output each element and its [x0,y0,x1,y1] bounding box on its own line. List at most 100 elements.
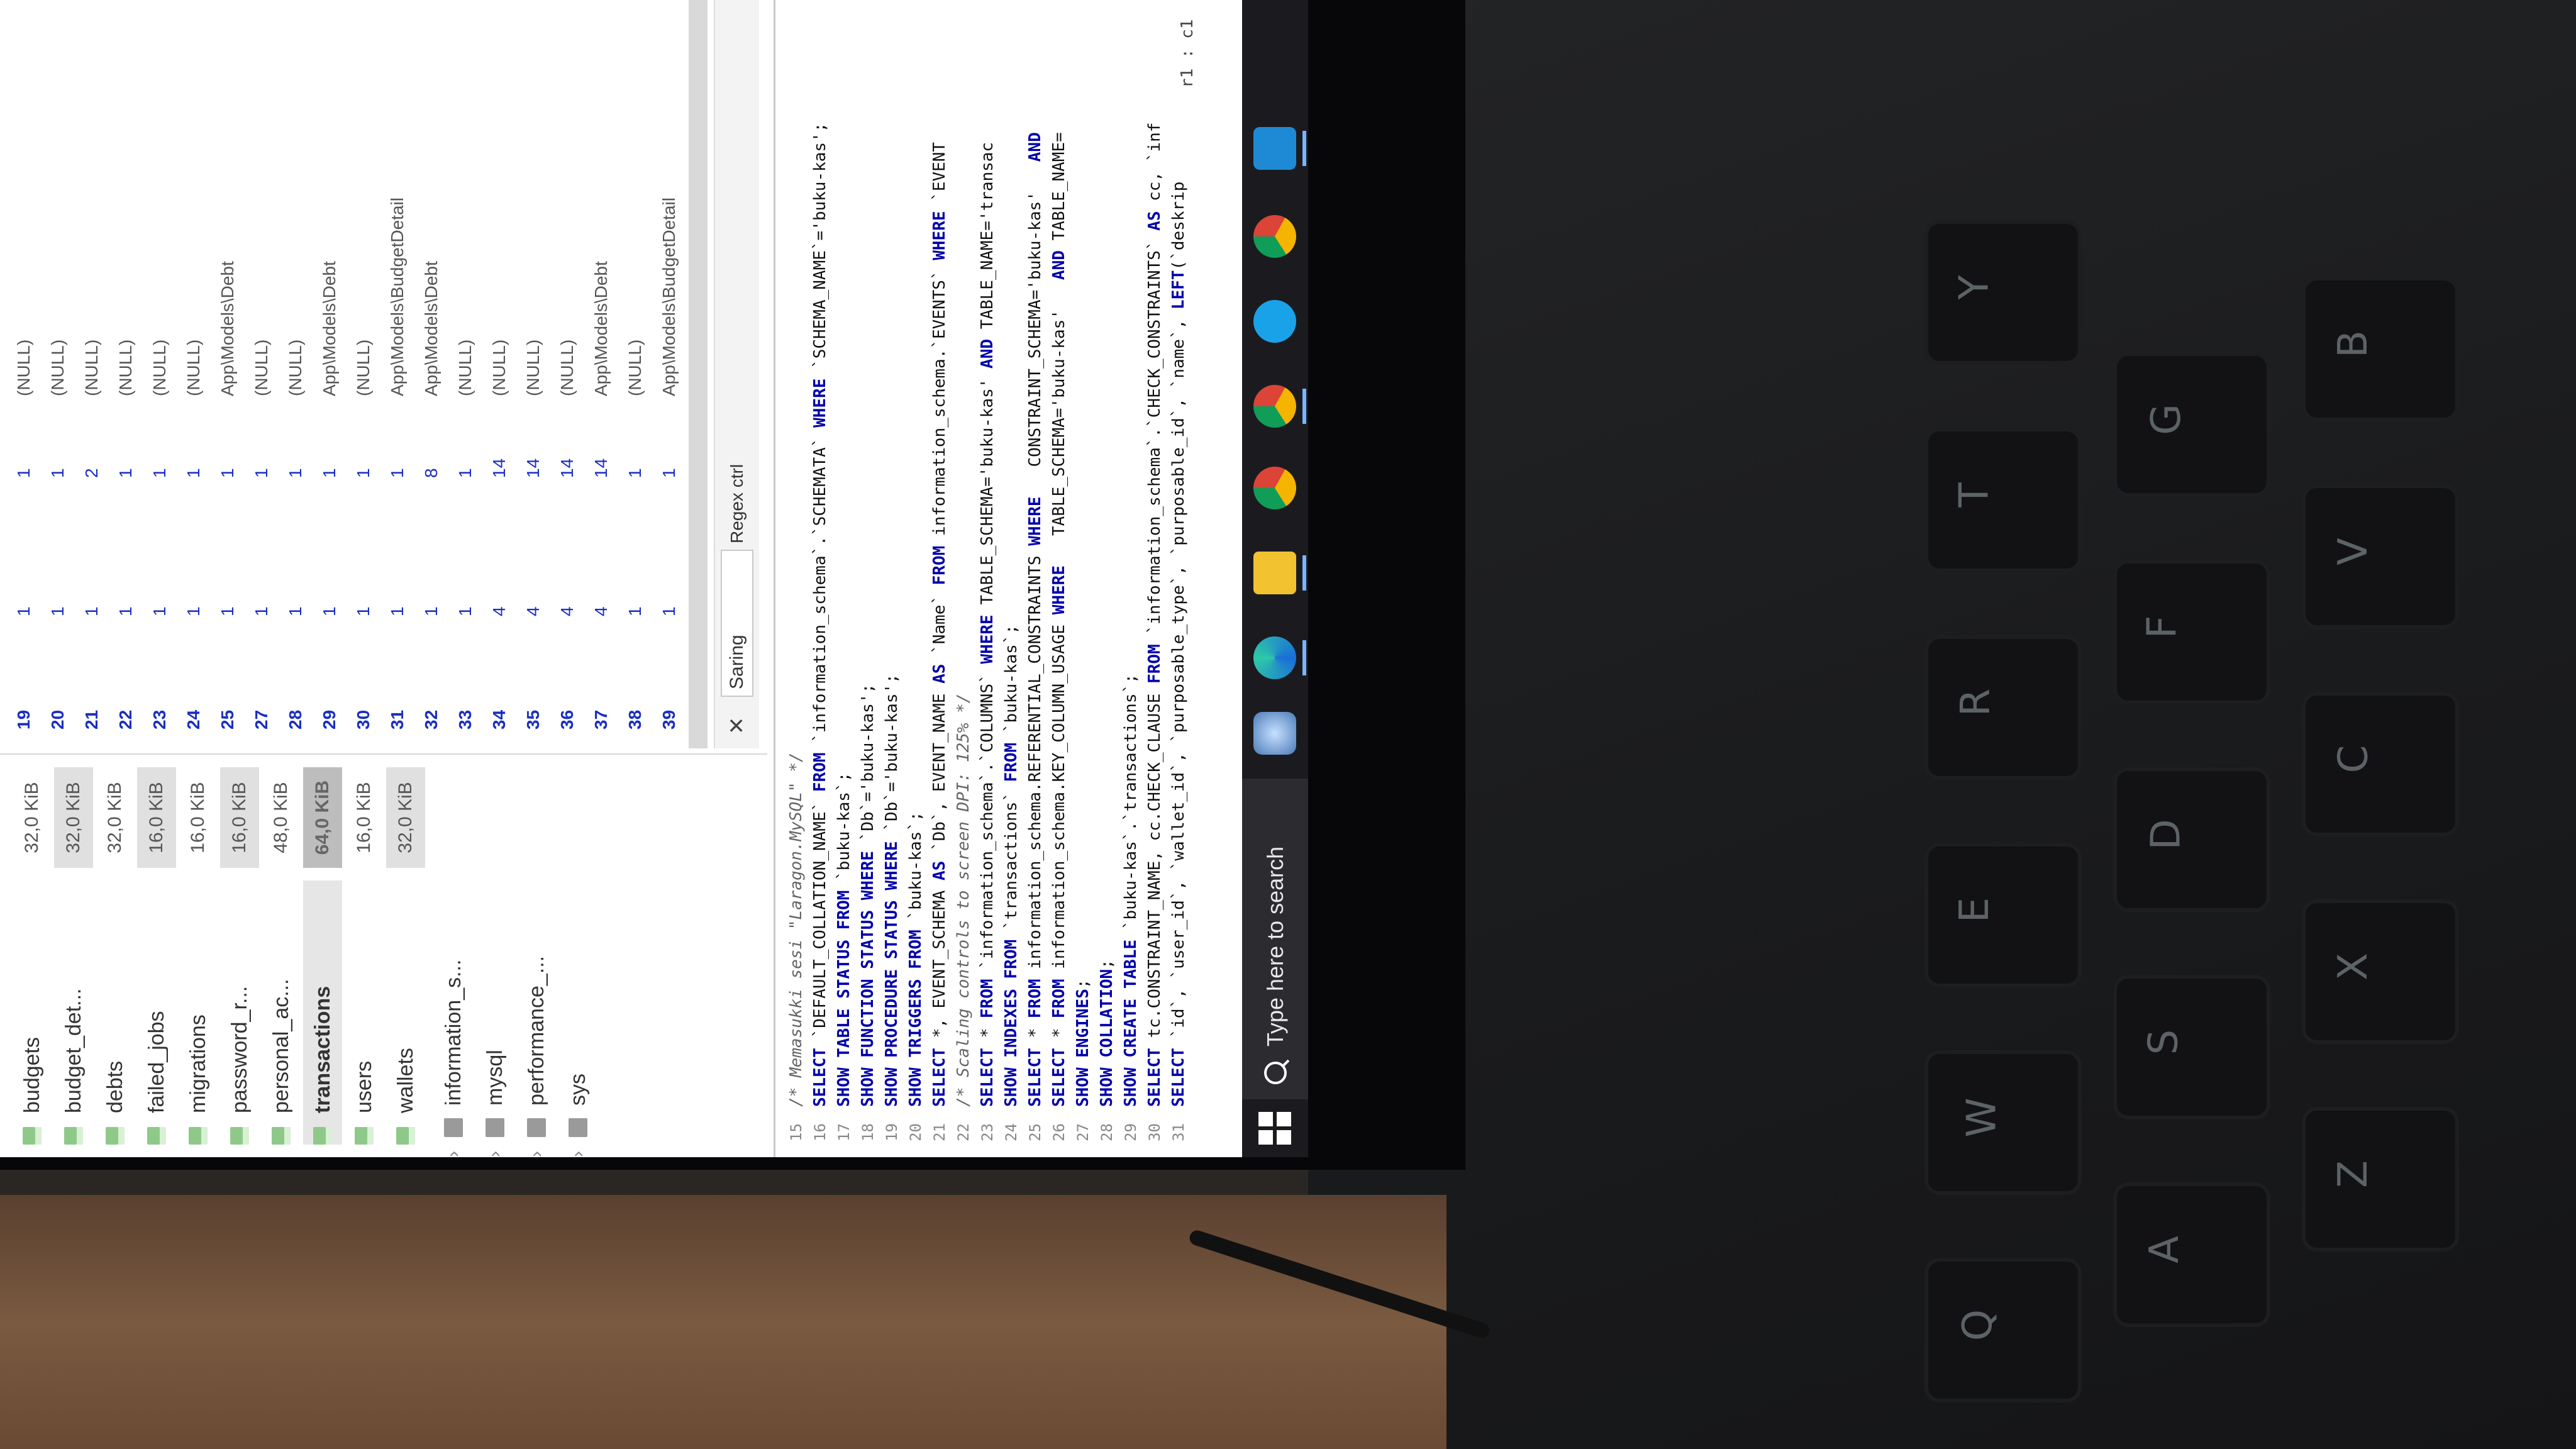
sql-line[interactable]: 25 SELECT * FROM information_schema.REFER… [1023,0,1047,1157]
grid-row[interactable]: 31 1 1 App\Models\BudgetDetail [380,0,415,748]
close-filter-icon[interactable]: ✕ [724,709,750,735]
table-item[interactable]: wallets [386,880,425,1145]
result-grid[interactable]: 19 1 1 (NULL) 20 1 1 (NULL) 21 1 2 (NULL) 22 1 1 (NULL)… [0,0,767,748]
grid-row[interactable]: 27 1 1 (NULL) [244,0,279,748]
grid-row[interactable]: 32 1 8 App\Models\Debt [414,0,449,748]
table-item[interactable]: personal_ac... [262,880,301,1145]
table-item[interactable]: users [345,880,384,1145]
sql-line[interactable]: 23 SELECT * FROM `information_schema`.`CO… [975,0,999,1157]
cell-wallet-id: 1 [14,468,33,478]
key-letter: T [1951,482,1998,508]
grid-row[interactable]: 34 4 14 (NULL) [482,0,517,748]
expand-chevron-icon[interactable]: › [484,1146,506,1157]
line-number: 22 [955,1123,972,1141]
database-item[interactable]: › information_s... [434,960,473,1157]
key-letter: Y [1951,275,1998,300]
sql-line[interactable]: 31 SELECT `id`, `user_id`, `wallet_id`, `… [1167,0,1191,1157]
chrome-icon[interactable] [1253,467,1296,509]
grid-row[interactable]: 28 1 1 (NULL) [278,0,313,748]
sql-log-editor[interactable]: r1 : c1 15/* Memasukki sesi "Laragon.MyS… [774,0,1241,1157]
grid-row[interactable]: 22 1 1 (NULL) [108,0,143,748]
grid-row[interactable]: 35 4 14 (NULL) [516,0,551,748]
table-item[interactable]: budgets [13,880,52,1145]
sql-line[interactable]: 18 SHOW FUNCTION STATUS WHERE `Db`='buku-… [856,0,880,1157]
table-item[interactable]: password_r... [220,880,259,1145]
taskbar-search-placeholder: Type here to search [1262,846,1288,1046]
database-item[interactable]: › mysql [475,1050,514,1157]
cortana-widget-icon[interactable] [1253,712,1296,755]
table-size: 64,0 KiB [303,767,342,868]
sql-line[interactable]: 20 SHOW TRIGGERS FROM `buku-kas`; [904,0,928,1157]
cell-id: 37 [591,709,611,730]
app-icon[interactable] [1253,300,1296,343]
cell-user-id: 1 [353,606,373,616]
grid-row[interactable]: 29 1 1 App\Models\Debt [312,0,347,748]
sql-line[interactable]: 16 SELECT `DEFAULT_COLLATION_NAME` FROM `… [808,0,832,1157]
sql-line[interactable]: 17 SHOW TABLE STATUS FROM `buku-kas`; [832,0,856,1157]
wooden-desk [0,1195,1446,1449]
table-size: 48,0 KiB [270,782,291,853]
expand-chevron-icon[interactable]: › [567,1146,589,1157]
grid-row[interactable]: 36 4 14 (NULL) [550,0,585,748]
grid-row[interactable]: 21 1 2 (NULL) [74,0,109,748]
table-icon [230,1127,249,1145]
table-item[interactable]: transactions [303,880,342,1145]
grid-row[interactable]: 20 1 1 (NULL) [40,0,75,748]
regex-option[interactable]: Regex ctrl [727,464,747,543]
grid-row[interactable]: 39 1 1 App\Models\BudgetDetail [652,0,687,748]
file-explorer-icon[interactable] [1253,552,1296,594]
grid-row[interactable]: 24 1 1 (NULL) [176,0,211,748]
grid-row[interactable]: 30 1 1 (NULL) [346,0,381,748]
vscode-icon[interactable] [1253,127,1296,170]
taskbar-search-box[interactable]: Type here to search [1242,779,1308,1099]
sql-text: SHOW CREATE TABLE `buku-kas`.`transactio… [1121,674,1140,1107]
filter-bar: ✕ Saring Regex ctrl [714,0,759,748]
database-name: sys [565,1074,590,1106]
grid-row[interactable]: 23 1 1 (NULL) [142,0,177,748]
edge-icon[interactable] [1253,636,1296,679]
sql-line[interactable]: 26 SELECT * FROM information_schema.KEY_C… [1047,0,1071,1157]
keyboard-key: C [2302,692,2459,836]
sql-line[interactable]: 15 /* Memasukki sesi "Laragon.MySQL" */ [784,0,808,1157]
key-letter: C [2330,745,2377,774]
line-number: 23 [979,1123,996,1141]
sql-line[interactable]: 28 SHOW COLLATION; [1095,0,1119,1157]
grid-row[interactable]: 25 1 1 App\Models\Debt [210,0,245,748]
cell-wallet-id: 8 [421,468,441,478]
table-item[interactable]: budget_det... [54,880,93,1145]
database-item[interactable]: › sys [558,1074,597,1157]
grid-row[interactable]: 19 1 1 (NULL) [6,0,42,748]
database-icon [527,1118,546,1137]
cell-user-id: 4 [557,606,577,616]
key-letter: S [2140,1029,2187,1055]
keyboard-key: T [1924,428,2082,572]
grid-row[interactable]: 38 1 1 (NULL) [618,0,653,748]
sql-line[interactable]: 21 SELECT *, EVENT_SCHEMA AS `Db`, EVENT_… [928,0,952,1157]
sql-line[interactable]: 29 SHOW CREATE TABLE `buku-kas`.`transact… [1119,0,1143,1157]
cell-purposable-type: App\Models\BudgetDetail [659,197,679,396]
table-item[interactable]: migrations [179,880,218,1145]
table-name: debts [103,1060,127,1113]
table-item[interactable]: failed_jobs [137,880,176,1145]
cell-id: 28 [286,709,305,730]
expand-chevron-icon[interactable]: › [526,1146,547,1157]
database-item[interactable]: › performance_... [517,956,556,1157]
cell-id: 23 [150,709,169,730]
chrome-profile-2-icon[interactable] [1253,215,1296,258]
table-item[interactable]: debts [96,880,135,1145]
windows-start-icon[interactable] [1258,1112,1291,1145]
sql-line[interactable]: 22 /* Scaling controls to screen DPI: 125… [952,0,975,1157]
cell-user-id: 1 [625,606,645,616]
filter-input[interactable]: Saring [721,550,753,697]
grid-row[interactable]: 37 4 14 App\Models\Debt [584,0,619,748]
grid-horizontal-scrollbar[interactable] [689,0,708,748]
expand-chevron-icon[interactable]: › [443,1146,464,1157]
database-tree[interactable]: budgets 32,0 KiB budget_det... 32,0 KiB debt… [0,753,767,1157]
sql-line[interactable]: 24 SHOW INDEXES FROM `transactions` FROM … [999,0,1023,1157]
cell-user-id: 1 [455,606,475,616]
sql-line[interactable]: 30 SELECT tc.CONSTRAINT_NAME, cc.CHECK_CL… [1143,0,1167,1157]
grid-row[interactable]: 33 1 1 (NULL) [448,0,483,748]
sql-line[interactable]: 19 SHOW PROCEDURE STATUS WHERE `Db`='buku… [880,0,904,1157]
chrome-profile-icon[interactable] [1253,385,1296,428]
sql-line[interactable]: 27 SHOW ENGINES; [1071,0,1095,1157]
